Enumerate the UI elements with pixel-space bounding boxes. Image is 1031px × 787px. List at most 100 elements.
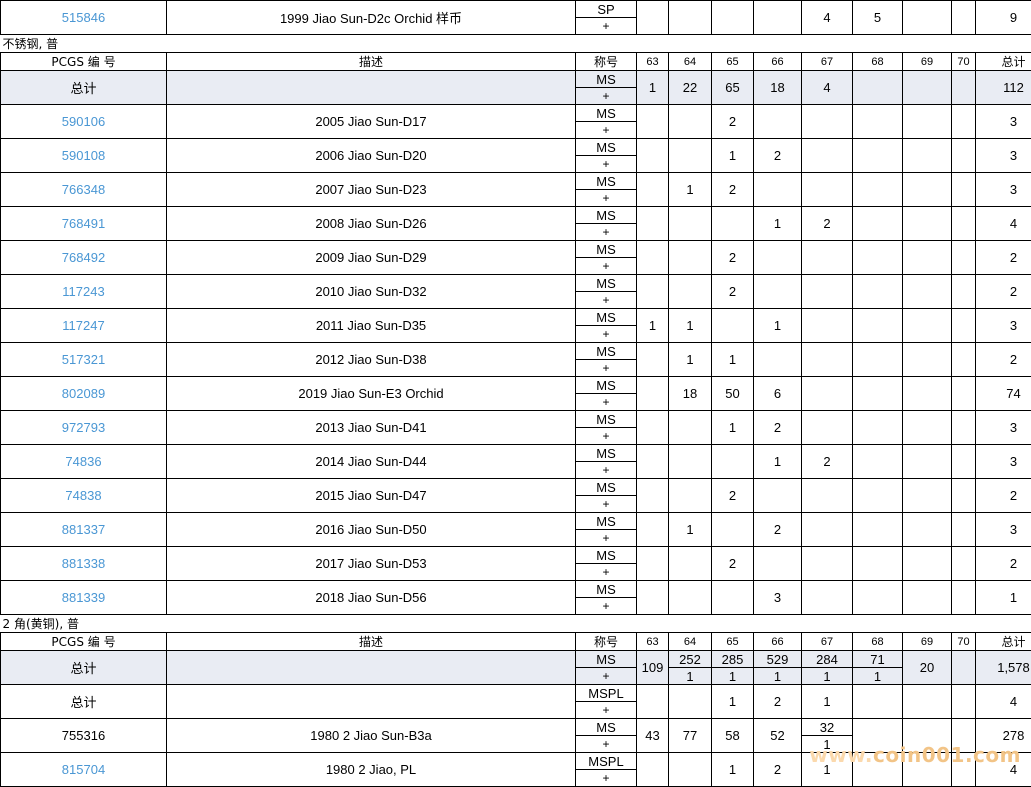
count-64: 1 [669, 343, 712, 377]
count-64: 252 [669, 651, 712, 668]
grade-plus: + [576, 462, 637, 479]
pcgs-number-link[interactable]: 590108 [1, 139, 167, 173]
grade-plus: + [576, 292, 637, 309]
count-66 [754, 105, 802, 139]
count-70 [952, 513, 976, 547]
count-70 [952, 479, 976, 513]
count-67 [802, 479, 853, 513]
pcgs-number-link[interactable]: 117247 [1, 309, 167, 343]
count-65: 285 [712, 651, 754, 668]
grade-plus: + [576, 668, 637, 685]
count-63 [637, 139, 669, 173]
col-header-66: 66 [754, 53, 802, 71]
pcgs-number-link[interactable]: 768492 [1, 241, 167, 275]
coin-description: 2006 Jiao Sun-D20 [167, 139, 576, 173]
pcgs-number[interactable]: 755316 [1, 719, 167, 753]
grade-plus: + [576, 564, 637, 581]
count-67 [802, 377, 853, 411]
count-66: 529 [754, 651, 802, 668]
count-65 [712, 513, 754, 547]
row-total: 4 [976, 685, 1031, 719]
row-total: 2 [976, 275, 1031, 309]
table-row: 515846 1999 Jiao Sun-D2c Orchid 样币 SP 4 … [1, 1, 1031, 18]
coin-description: 2015 Jiao Sun-D47 [167, 479, 576, 513]
table-row: 5901082006 Jiao Sun-D20MS123 [1, 139, 1031, 156]
grade-label: MS [576, 479, 637, 496]
col-header-63: 63 [637, 53, 669, 71]
count-63 [637, 377, 669, 411]
row-total: 3 [976, 513, 1031, 547]
pcgs-number-link[interactable]: 802089 [1, 377, 167, 411]
pcgs-number-link[interactable]: 815704 [1, 753, 167, 787]
count-65: 1 [712, 343, 754, 377]
row-total: 2 [976, 343, 1031, 377]
count-63 [637, 343, 669, 377]
section-title: 2 角(黄铜), 普 [1, 615, 1031, 633]
count-64 [669, 547, 712, 581]
table-row: 5173212012 Jiao Sun-D38MS112 [1, 343, 1031, 360]
col-header-70: 70 [952, 53, 976, 71]
count-67: 32 [802, 719, 853, 736]
pcgs-number-link[interactable]: 590106 [1, 105, 167, 139]
count-68 [853, 445, 903, 479]
pcgs-number-link[interactable]: 117243 [1, 275, 167, 309]
col-header-69: 69 [903, 53, 952, 71]
count-69: 20 [903, 651, 952, 685]
grade-label: MS [576, 275, 637, 292]
count-65: 58 [712, 719, 754, 753]
pcgs-number-link[interactable]: 881338 [1, 547, 167, 581]
count-63 [637, 241, 669, 275]
total-row: 总计 MSPL 1 2 1 4 [1, 685, 1031, 702]
coin-description: 1980 2 Jiao Sun-B3a [167, 719, 576, 753]
count-66 [754, 173, 802, 207]
count-68 [853, 105, 903, 139]
count-68 [853, 581, 903, 615]
pcgs-number-link[interactable]: 881339 [1, 581, 167, 615]
col-header-desc: 描述 [167, 633, 576, 651]
count-70 [952, 547, 976, 581]
pcgs-number-link[interactable]: 74838 [1, 479, 167, 513]
count-69 [903, 241, 952, 275]
grade-label: MS [576, 651, 637, 668]
count-69 [903, 309, 952, 343]
coin-description: 1980 2 Jiao, PL [167, 753, 576, 787]
pcgs-number-link[interactable]: 881337 [1, 513, 167, 547]
grade-plus: + [576, 598, 637, 615]
pcgs-number-link[interactable]: 517321 [1, 343, 167, 377]
count-70 [952, 309, 976, 343]
total-row: 总计 MS 1 22 65 18 4 112 [1, 71, 1031, 88]
count-70 [952, 377, 976, 411]
pcgs-number-link[interactable]: 972793 [1, 411, 167, 445]
coin-description: 2018 Jiao Sun-D56 [167, 581, 576, 615]
coin-description: 2011 Jiao Sun-D35 [167, 309, 576, 343]
grade-plus: + [576, 190, 637, 207]
pcgs-number-link[interactable]: 515846 [1, 1, 167, 35]
pcgs-number-link[interactable]: 74836 [1, 445, 167, 479]
table-row: 8813392018 Jiao Sun-D56MS31 [1, 581, 1031, 598]
row-total: 3 [976, 139, 1031, 173]
pcgs-number-link[interactable]: 768491 [1, 207, 167, 241]
coin-description: 2019 Jiao Sun-E3 Orchid [167, 377, 576, 411]
count-67 [802, 581, 853, 615]
table-row: 1172472011 Jiao Sun-D35MS1113 [1, 309, 1031, 326]
count-63 [637, 105, 669, 139]
col-header-65: 65 [712, 53, 754, 71]
count-64 [669, 275, 712, 309]
total-label: 总计 [1, 71, 167, 105]
section-title: 不锈钢, 普 [1, 35, 1031, 53]
grade-label: MS [576, 377, 637, 394]
grade-label: MS [576, 547, 637, 564]
count-65: 2 [712, 105, 754, 139]
count-70 [952, 581, 976, 615]
count-68 [853, 513, 903, 547]
pcgs-number-link[interactable]: 766348 [1, 173, 167, 207]
count-67 [802, 241, 853, 275]
count-64: 1 [669, 173, 712, 207]
table-row: 7663482007 Jiao Sun-D23MS123 [1, 173, 1031, 190]
row-total: 2 [976, 479, 1031, 513]
watermark-domain: coin001.com [873, 743, 1021, 767]
count-65: 2 [712, 547, 754, 581]
count-67 [802, 173, 853, 207]
count-66: 52 [754, 719, 802, 753]
row-total: 3 [976, 173, 1031, 207]
